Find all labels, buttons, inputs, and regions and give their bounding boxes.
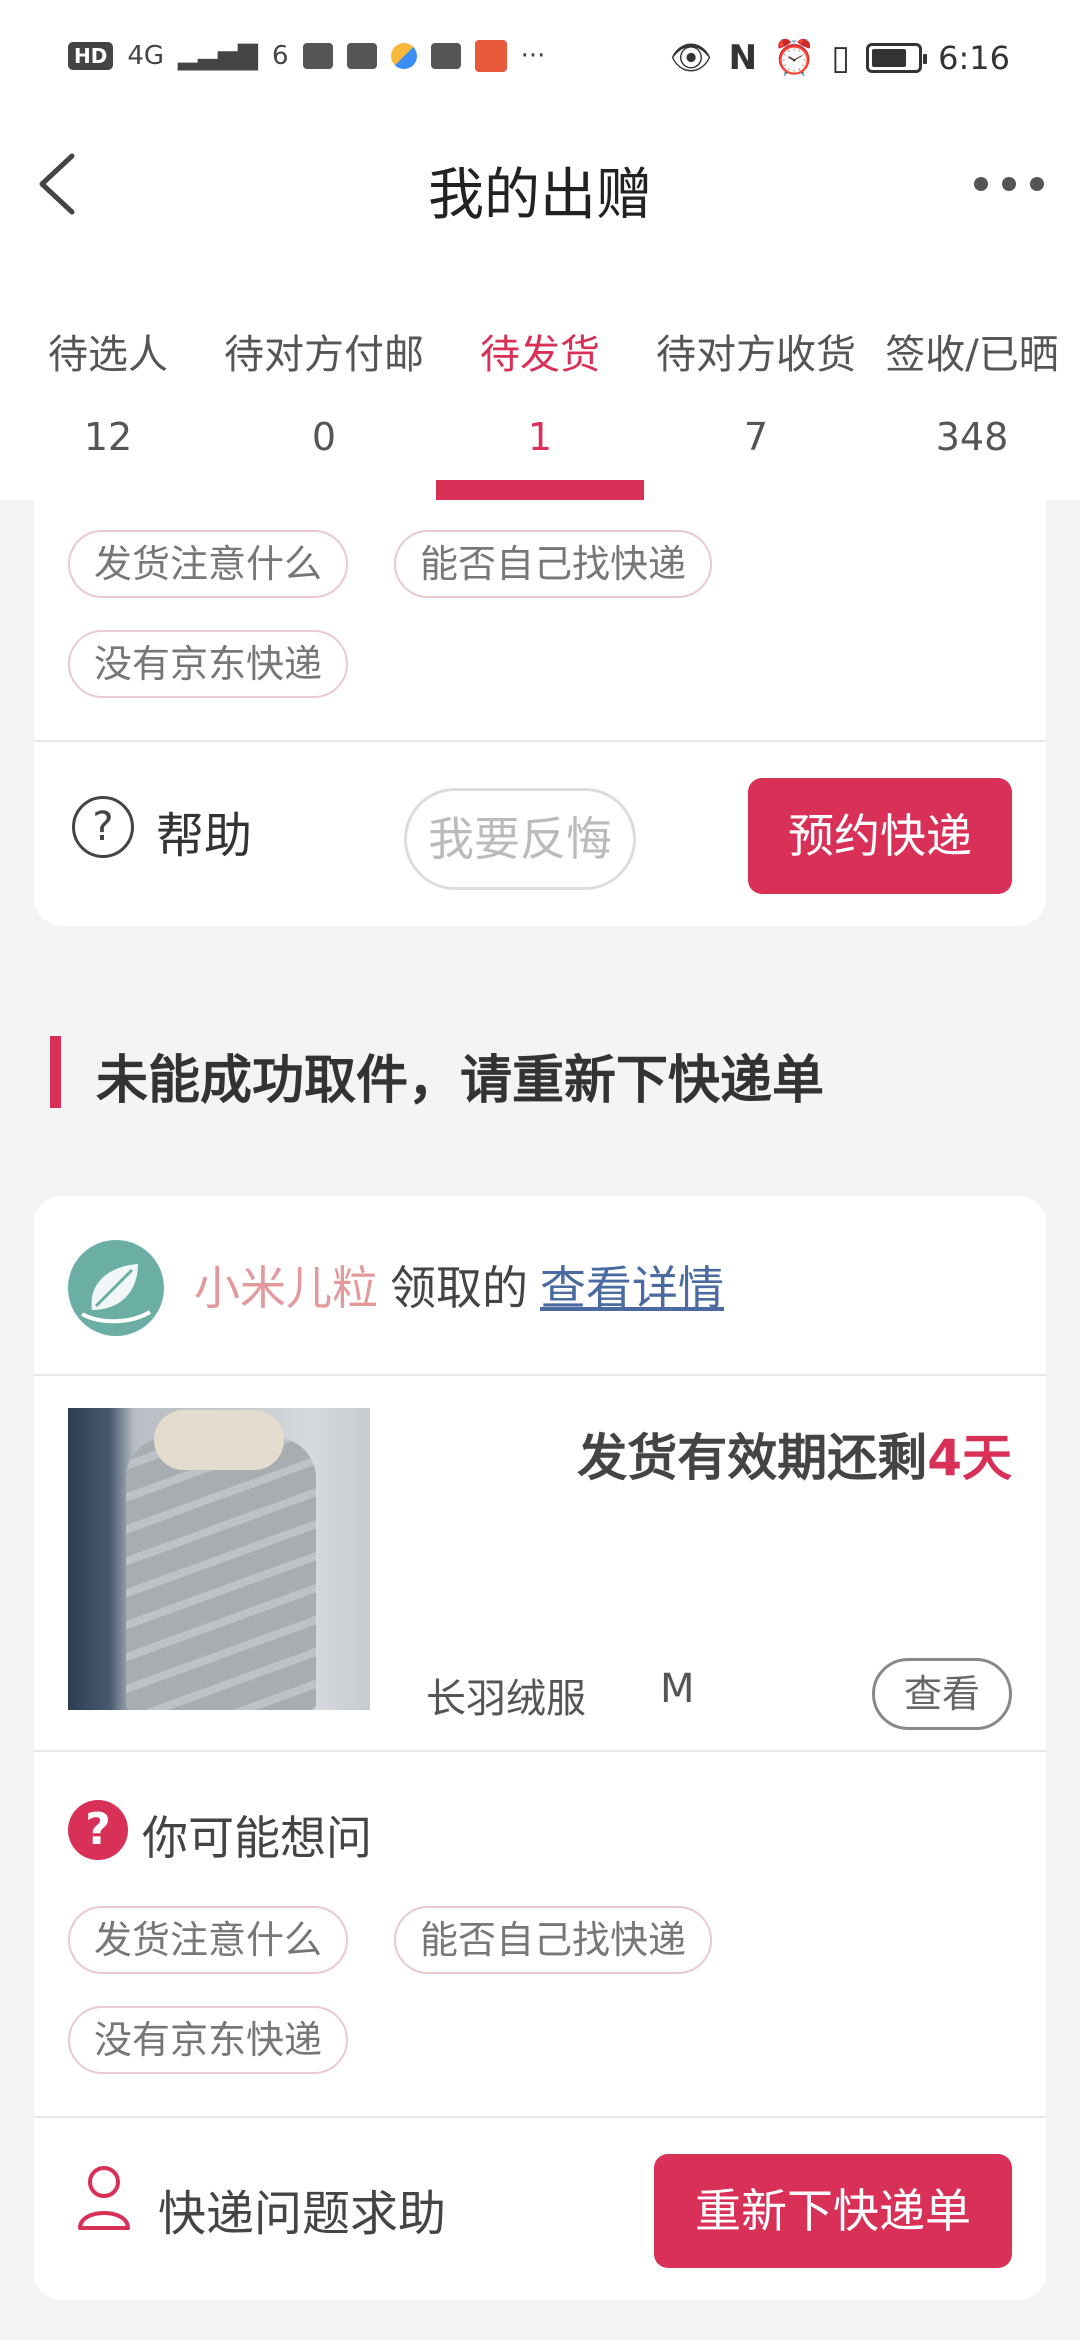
vibrate-icon: ▯ bbox=[831, 38, 851, 78]
faq-chip[interactable]: 发货注意什么 bbox=[68, 530, 349, 598]
question-badge-icon: ? bbox=[68, 1800, 128, 1860]
faq-chip[interactable]: 发货注意什么 bbox=[68, 1906, 349, 1974]
more-dots-icon bbox=[974, 177, 988, 191]
more-button[interactable] bbox=[974, 174, 1044, 194]
donor-text: 领取的 bbox=[390, 1261, 528, 1315]
rebook-courier-button[interactable]: 重新下快递单 bbox=[654, 2154, 1012, 2268]
shipping-expiry: 发货有效期还剩4天 bbox=[577, 1418, 1012, 1490]
tab-count: 1 bbox=[527, 415, 553, 459]
status-left: HD 4G ▂▃▅▇ 6 ··· bbox=[68, 40, 545, 72]
divider bbox=[34, 740, 1046, 742]
page-title: 我的出赠 bbox=[428, 163, 652, 228]
product-image[interactable] bbox=[68, 1408, 370, 1710]
battery-icon bbox=[866, 43, 928, 73]
regret-button[interactable]: 我要反悔 bbox=[404, 788, 636, 890]
faq-chip[interactable]: 没有京东快递 bbox=[68, 630, 349, 698]
tab-count: 12 bbox=[83, 415, 133, 459]
tab-count: 7 bbox=[743, 415, 769, 459]
divider bbox=[34, 2116, 1046, 2118]
tab-label: 签收/已晒 bbox=[885, 332, 1059, 378]
person-icon[interactable] bbox=[74, 2162, 134, 2232]
tab-pending-select[interactable]: 待选人 12 bbox=[0, 250, 216, 500]
tab-label: 待选人 bbox=[48, 332, 168, 378]
leaf-logo-icon bbox=[81, 1264, 152, 1324]
more-dots-icon bbox=[1030, 177, 1044, 191]
tab-label: 待对方付邮 bbox=[224, 332, 424, 378]
active-tab-indicator bbox=[436, 480, 644, 500]
fur-hood-shape bbox=[154, 1410, 284, 1470]
status-tabs: 待选人 12 待对方付邮 0 待发货 1 待对方收货 7 签收/已晒 348 bbox=[0, 250, 1080, 500]
more-dots-icon bbox=[1002, 177, 1016, 191]
notification-app-icon bbox=[430, 43, 461, 69]
clock: 6:16 bbox=[938, 39, 1010, 77]
coat-shape bbox=[126, 1438, 316, 1710]
help-circle-icon[interactable]: ? bbox=[72, 796, 134, 858]
tab-signed-shared[interactable]: 签收/已晒 348 bbox=[864, 250, 1080, 500]
status-right: 👁 N ⏰ ▯ 6:16 bbox=[669, 38, 1010, 78]
faq-chip[interactable]: 没有京东快递 bbox=[68, 2006, 349, 2074]
book-courier-button[interactable]: 预约快递 bbox=[748, 778, 1012, 894]
notification-app-icon bbox=[390, 43, 417, 69]
expiry-prefix: 发货有效期还剩 bbox=[577, 1429, 928, 1487]
faq-chip[interactable]: 能否自己找快递 bbox=[394, 1906, 713, 1974]
product-size: M bbox=[660, 1666, 695, 1712]
shipment-card: 小米儿粒 领取的 查看详情 发货有效期还剩4天 长羽绒服 M 查看 ? 你可能想问 … bbox=[34, 1196, 1046, 2300]
view-button[interactable]: 查看 bbox=[872, 1658, 1012, 1730]
donor-line: 小米儿粒 领取的 查看详情 bbox=[194, 1252, 724, 1318]
section-accent-bar bbox=[50, 1036, 61, 1108]
network-type: 4G bbox=[127, 41, 165, 71]
notification-app-icon bbox=[474, 40, 507, 72]
divider bbox=[34, 1750, 1046, 1752]
status-bar: HD 4G ▂▃▅▇ 6 ··· 👁 N ⏰ ▯ 6:16 bbox=[0, 0, 1080, 120]
divider bbox=[34, 1374, 1046, 1376]
faq-title: 你可能想问 bbox=[142, 1811, 372, 1865]
donor-name[interactable]: 小米儿粒 bbox=[194, 1261, 378, 1315]
eye-icon: 👁 bbox=[669, 38, 713, 78]
notification-app-icon bbox=[346, 43, 377, 69]
tab-pending-shipment[interactable]: 待发货 1 bbox=[432, 250, 648, 500]
tab-label: 待发货 bbox=[480, 332, 600, 378]
tab-count: 348 bbox=[935, 415, 1009, 459]
faq-chip[interactable]: 能否自己找快递 bbox=[394, 530, 713, 598]
tab-pending-receipt[interactable]: 待对方收货 7 bbox=[648, 250, 864, 500]
view-details-link[interactable]: 查看详情 bbox=[540, 1261, 724, 1315]
avatar[interactable] bbox=[68, 1240, 164, 1336]
courier-help-label[interactable]: 快递问题求助 bbox=[158, 2174, 446, 2244]
section-title: 未能成功取件，请重新下快递单 bbox=[96, 1051, 825, 1111]
tab-count: 0 bbox=[311, 415, 337, 459]
signal-icon: ▂▃▅▇ bbox=[178, 41, 259, 71]
nfc-icon: N bbox=[728, 38, 758, 78]
tab-label: 待对方收货 bbox=[656, 332, 856, 378]
nav-header: 我的出赠 bbox=[0, 120, 1080, 250]
wifi-level: 6 bbox=[272, 41, 289, 71]
product-name: 长羽绒服 bbox=[426, 1676, 586, 1722]
notification-app-icon bbox=[302, 43, 333, 69]
shipment-card-previous: 发货注意什么 能否自己找快递 没有京东快递 ? 帮助 我要反悔 预约快递 bbox=[34, 500, 1046, 926]
alarm-icon: ⏰ bbox=[773, 38, 816, 78]
tab-pending-postage[interactable]: 待对方付邮 0 bbox=[216, 250, 432, 500]
help-label[interactable]: 帮助 bbox=[156, 796, 252, 866]
hd-badge: HD bbox=[68, 42, 114, 70]
expiry-days: 4天 bbox=[927, 1429, 1012, 1487]
more-notifications: ··· bbox=[520, 41, 546, 71]
